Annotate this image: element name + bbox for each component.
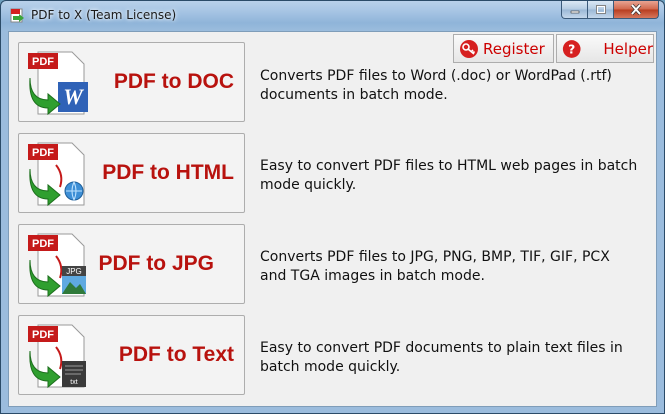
- title-bar[interactable]: PDF to X (Team License): [1, 1, 664, 31]
- converter-label: PDF to HTML: [102, 161, 234, 184]
- pdf-badge: PDF: [32, 329, 54, 341]
- caption-buttons: [561, 1, 659, 20]
- main-panel: Register ? Helper PDF W PDF to DOC Conve…: [8, 31, 657, 407]
- minimize-button[interactable]: [561, 1, 588, 19]
- svg-text:W: W: [63, 84, 84, 109]
- pdf-badge: PDF: [32, 56, 54, 68]
- window-title: PDF to X (Team License): [31, 8, 177, 22]
- pdf-to-html-button[interactable]: PDF PDF to HTML: [18, 133, 245, 213]
- pdf-badge: PDF: [32, 147, 54, 159]
- pdf-to-text-icon: PDF txt: [28, 324, 86, 389]
- maximize-icon: [595, 5, 606, 14]
- jpg-badge: JPG: [66, 267, 82, 276]
- converter-row-text: PDF txt PDF to Text Easy to convert PDF …: [9, 315, 658, 395]
- app-window: PDF to X (Team License) Register ? Helpe…: [0, 0, 665, 414]
- converter-row-jpg: PDF JPG PDF to JPG Converts PDF files to…: [9, 224, 658, 304]
- pdf-to-html-icon: PDF: [28, 142, 85, 207]
- minimize-icon: [570, 10, 579, 13]
- pdf-to-text-button[interactable]: PDF txt PDF to Text: [18, 315, 245, 395]
- pdf-to-doc-button[interactable]: PDF W PDF to DOC: [18, 42, 245, 122]
- close-button[interactable]: [614, 1, 659, 19]
- close-icon: [630, 4, 642, 15]
- converter-row-html: PDF PDF to HTML Easy to convert PDF file…: [9, 133, 658, 213]
- converter-description: Converts PDF files to JPG, PNG, BMP, TIF…: [260, 249, 610, 284]
- converter-row-doc: PDF W PDF to DOC Converts PDF files to W…: [9, 42, 658, 122]
- converter-label: PDF to JPG: [98, 252, 214, 275]
- pdf-to-jpg-button[interactable]: PDF JPG PDF to JPG: [18, 224, 245, 304]
- pdf-badge: PDF: [32, 238, 54, 250]
- pdf-to-jpg-icon: PDF JPG: [28, 233, 86, 298]
- txt-badge: txt: [70, 379, 77, 386]
- pdf-to-doc-icon: PDF W: [28, 51, 88, 116]
- converter-description: Converts PDF files to Word (.doc) or Wor…: [260, 68, 612, 103]
- converter-description: Easy to convert PDF files to HTML web pa…: [260, 158, 638, 193]
- app-icon: [10, 8, 24, 23]
- converter-label: PDF to Text: [118, 343, 234, 366]
- converter-label: PDF to DOC: [113, 70, 234, 93]
- converter-description: Easy to convert PDF documents to plain t…: [260, 340, 623, 375]
- maximize-button[interactable]: [588, 1, 614, 19]
